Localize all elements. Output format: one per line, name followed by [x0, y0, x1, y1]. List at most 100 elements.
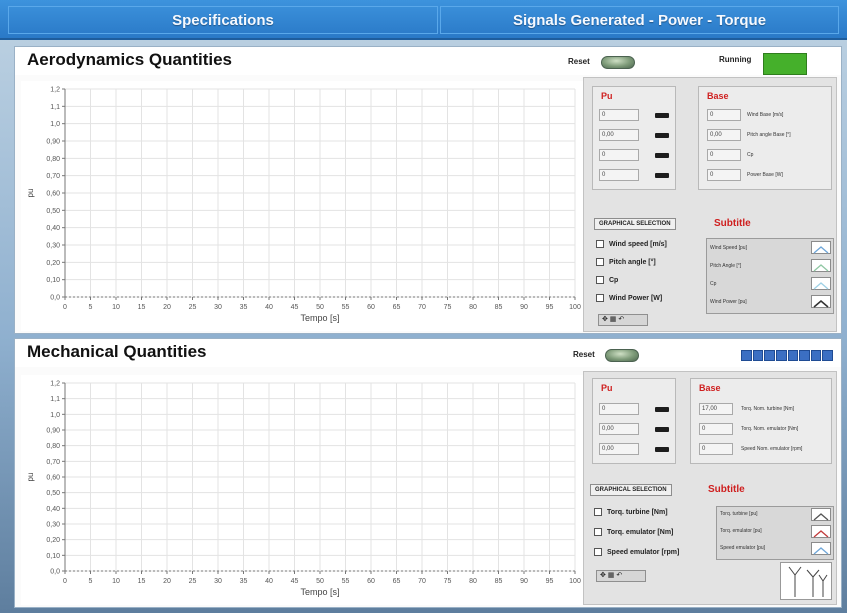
aerodynamics-chart: 0 5 10 15 20 25 30 35 40 45 50 55 60 65 70 75 80 85 90 95 10… [21, 81, 583, 331]
checkbox[interactable] [594, 508, 602, 516]
aero-pu-knob-2[interactable] [655, 133, 669, 138]
aero-pu-field-2[interactable]: 0,00 [599, 129, 639, 141]
mech-chart-x-tick-label: 75 [444, 578, 452, 585]
mech-pu-field-1[interactable]: 0 [599, 403, 639, 415]
mech-graphical-selection-button[interactable]: GRAPHICAL SELECTION [590, 484, 672, 496]
mech-legend: Torq. turbine [pu] Torq. emulator [pu] S… [716, 506, 834, 560]
aero-pu-knob-1[interactable] [655, 113, 669, 118]
aero-chart-x-tick-label: 60 [367, 304, 375, 311]
aero-base-field-3[interactable]: 0 [707, 149, 741, 161]
aero-legend-icon-2[interactable] [811, 259, 831, 272]
mech-pu-group: Pu 0 0,00 0,00 [592, 378, 676, 464]
checkbox[interactable] [596, 258, 604, 266]
checkbox[interactable] [594, 528, 602, 536]
tab-specifications[interactable]: Specifications [8, 6, 438, 34]
aero-check-label-2: Pitch angle [°] [609, 258, 656, 266]
checkbox[interactable] [596, 276, 604, 284]
mech-pu-field-3[interactable]: 0,00 [599, 443, 639, 455]
mech-base-field-3[interactable]: 0 [699, 443, 733, 455]
mech-check-speed-emulator[interactable]: Speed emulator [rpm] [594, 548, 679, 556]
aero-legend-item-3: Cp [710, 281, 717, 287]
mech-chart-x-tick-label: 70 [418, 578, 426, 585]
aero-check-label-4: Wind Power [W] [609, 294, 663, 302]
aero-graph-tools[interactable]: ✥ ▦ ↶ [598, 314, 648, 326]
aero-legend-item-4: Wind Power [pu] [710, 299, 747, 305]
aero-chart-y-tick-label: 0,80 [46, 156, 60, 163]
mech-chart-x-tick-label: 10 [112, 578, 120, 585]
aero-reset-label: Reset [568, 57, 590, 66]
aero-check-wind-power[interactable]: Wind Power [W] [596, 294, 662, 302]
mech-chart-y-tick-label: 0,40 [46, 506, 60, 513]
mech-chart-y-tick-label: 0,90 [46, 428, 60, 435]
aero-check-pitch-angle[interactable]: Pitch angle [°] [596, 258, 656, 266]
aero-base-label-3: Cp [747, 152, 754, 158]
aero-reset-button[interactable] [601, 56, 635, 69]
aero-check-cp[interactable]: Cp [596, 276, 618, 284]
mech-legend-icon-1[interactable] [811, 508, 831, 521]
mech-chart-x-tick-label: 65 [393, 578, 401, 585]
mechanical-panel: Mechanical Quantities Reset 0 5 10 15 20 25 30… [14, 338, 842, 608]
aero-base-field-1[interactable]: 0 [707, 109, 741, 121]
aero-pu-group: Pu 0 0,00 0 0 [592, 86, 676, 190]
mech-chart-x-tick-label: 90 [520, 578, 528, 585]
mechanical-chart-svg: 0 5 10 15 20 25 30 35 40 45 50 55 60 65 70 75 80 85 90 95 10… [26, 381, 581, 598]
mech-legend-item-2: Torq. emulator [pu] [720, 528, 762, 534]
aero-base-field-2[interactable]: 0,00 [707, 129, 741, 141]
aero-chart-y-axis-label: pu [26, 189, 35, 198]
aero-pu-field-4[interactable]: 0 [599, 169, 639, 181]
aero-check-wind-speed[interactable]: Wind speed [m/s] [596, 240, 667, 248]
aero-chart-x-tick-label: 70 [418, 304, 426, 311]
mech-check-torq-turbine[interactable]: Torq. turbine [Nm] [594, 508, 668, 516]
mech-chart-x-tick-label: 55 [342, 578, 350, 585]
checkbox[interactable] [596, 240, 604, 248]
mech-base-field-1[interactable]: 17,00 [699, 403, 733, 415]
mech-base-label-3: Speed Nom. emulator [rpm] [741, 446, 803, 452]
mech-legend-item-3: Speed emulator [pu] [720, 545, 766, 551]
mech-check-label-1: Torq. turbine [Nm] [607, 508, 668, 516]
checkbox[interactable] [596, 294, 604, 302]
mech-graph-tools[interactable]: ✥ ▦ ↶ [596, 570, 646, 582]
aero-base-field-4[interactable]: 0 [707, 169, 741, 181]
aero-legend-item-1: Wind Speed [pu] [710, 245, 747, 251]
mech-pu-field-2[interactable]: 0,00 [599, 423, 639, 435]
aero-pu-field-3[interactable]: 0 [599, 149, 639, 161]
mech-pu-knob-3[interactable] [655, 447, 669, 452]
aero-graphical-selection-button[interactable]: GRAPHICAL SELECTION [594, 218, 676, 230]
mech-reset-button[interactable] [605, 349, 639, 362]
tab-signals-generated[interactable]: Signals Generated - Power - Torque [440, 6, 839, 34]
aero-chart-x-tick-label: 10 [112, 304, 120, 311]
aero-chart-x-axis-label: Tempo [s] [300, 313, 339, 323]
mech-base-field-2[interactable]: 0 [699, 423, 733, 435]
mech-base-label-1: Torq. Nom. turbine [Nm] [741, 406, 795, 412]
aero-pu-title: Pu [601, 91, 613, 101]
aero-pu-knob-4[interactable] [655, 173, 669, 178]
mech-pu-knob-1[interactable] [655, 407, 669, 412]
aero-legend-icon-3[interactable] [811, 277, 831, 290]
aero-chart-y-tick-label: 1,0 [50, 121, 60, 128]
aero-chart-x-tick-label: 20 [163, 304, 171, 311]
mech-reset-label: Reset [573, 350, 595, 359]
mech-chart-y-tick-label: 1,2 [50, 381, 60, 388]
aero-pu-knob-3[interactable] [655, 153, 669, 158]
aero-base-title: Base [707, 91, 729, 101]
aero-chart-x-tick-label: 35 [240, 304, 248, 311]
mech-legend-icon-3[interactable] [811, 542, 831, 555]
line-style-icon [813, 246, 829, 254]
line-style-icon [813, 513, 829, 521]
mechanical-chart: 0 5 10 15 20 25 30 35 40 45 50 55 60 65 70 75 80 85 90 95 10… [21, 375, 583, 605]
aero-chart-y-tick-label: 0,60 [46, 191, 60, 198]
mech-chart-y-tick-label: 0,50 [46, 490, 60, 497]
mech-check-torq-emulator[interactable]: Torq. emulator [Nm] [594, 528, 673, 536]
aero-pu-field-1[interactable]: 0 [599, 109, 639, 121]
aerodynamics-panel: Aerodynamics Quantities Reset Running 0 5… [14, 46, 842, 334]
aero-chart-x-tick-label: 65 [393, 304, 401, 311]
aero-legend-icon-4[interactable] [811, 295, 831, 308]
mech-chart-y-tick-label: 0,10 [46, 553, 60, 560]
mech-chart-x-tick-label: 25 [189, 578, 197, 585]
aero-legend-icon-1[interactable] [811, 241, 831, 254]
mech-legend-icon-2[interactable] [811, 525, 831, 538]
mech-pu-knob-2[interactable] [655, 427, 669, 432]
mech-chart-y-tick-label: 0,60 [46, 475, 60, 482]
mech-chart-x-tick-label: 45 [291, 578, 299, 585]
checkbox[interactable] [594, 548, 602, 556]
